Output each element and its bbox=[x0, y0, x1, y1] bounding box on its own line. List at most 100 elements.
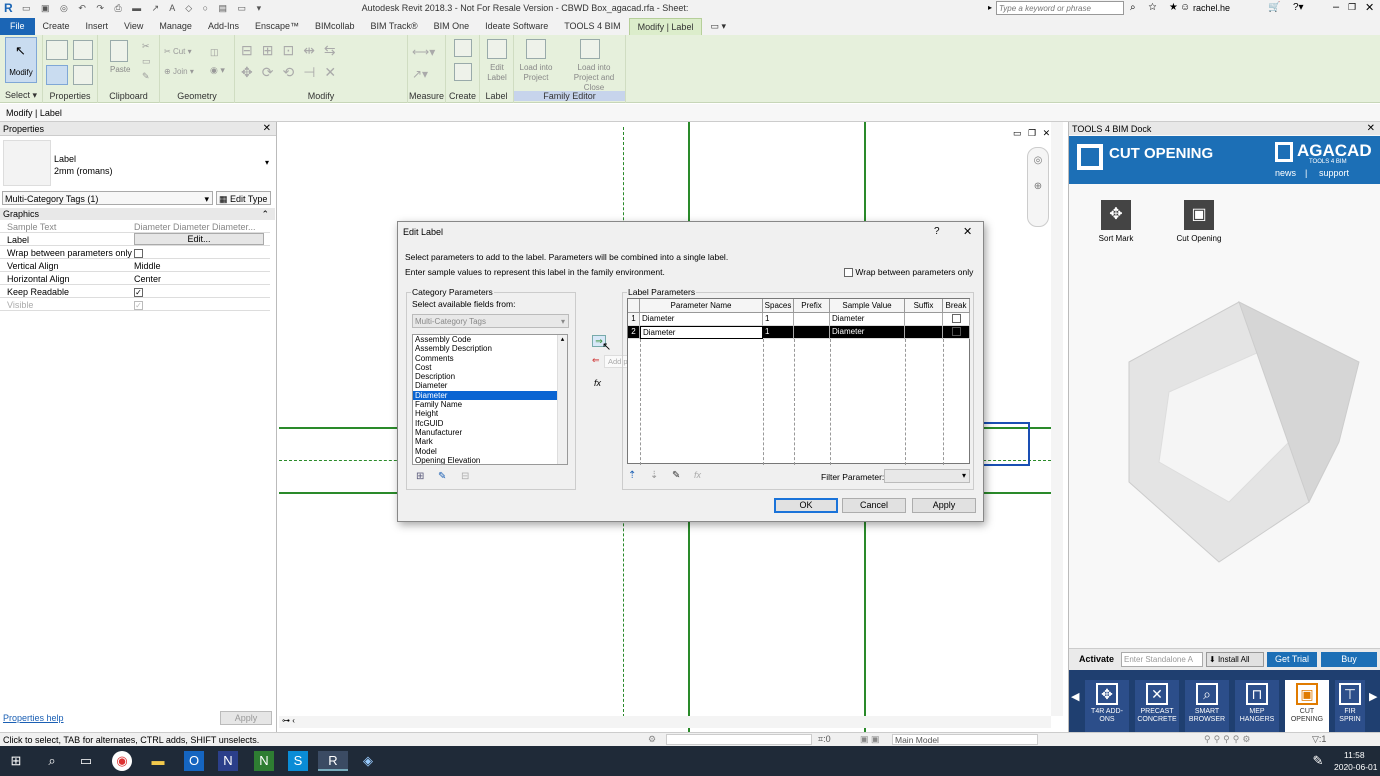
sample-value-cell[interactable]: Diameter bbox=[830, 326, 905, 339]
tab-create[interactable]: Create bbox=[35, 18, 78, 35]
load-into-project-button[interactable]: Load into Project bbox=[516, 63, 556, 83]
tile-mep-hangers[interactable]: ⊓ MEP HANGERS bbox=[1235, 680, 1279, 732]
tile-smart-browser[interactable]: ⌕ SMART BROWSER bbox=[1185, 680, 1229, 732]
standalone-key-input[interactable]: Enter Standalone A bbox=[1121, 652, 1203, 667]
scroll-left-icon[interactable]: ◀ bbox=[1071, 690, 1079, 703]
row-number[interactable]: 2 bbox=[628, 326, 640, 339]
tab-file[interactable]: File bbox=[0, 18, 35, 35]
clipboard-icons[interactable]: ✂ ▭ ✎ bbox=[142, 39, 151, 84]
prop-horizontal-align[interactable]: Horizontal Align Center bbox=[0, 272, 270, 285]
app-taskbar-icon[interactable]: ◈ bbox=[358, 751, 378, 771]
list-scrollbar[interactable]: ▴ bbox=[557, 335, 567, 464]
horizontal-scrollbar[interactable]: ⊶ ‹ bbox=[279, 716, 1051, 728]
move-down-icon[interactable]: ⇣ bbox=[650, 470, 658, 481]
available-fields-list[interactable]: Assembly Code Assembly Description Comme… bbox=[412, 334, 568, 465]
prop-vertical-align[interactable]: Vertical Align Middle bbox=[0, 259, 270, 272]
cut-geometry-button[interactable]: ✂ Cut ▾ bbox=[164, 47, 192, 56]
group-graphics[interactable]: Graphics ⌃ bbox=[0, 208, 275, 220]
load-into-project-icon[interactable] bbox=[526, 39, 546, 59]
paste-icon[interactable] bbox=[110, 40, 128, 62]
parameter-name-cell[interactable]: Diameter bbox=[640, 326, 763, 339]
spaces-cell[interactable]: 1 bbox=[763, 326, 794, 339]
close-icon[interactable]: ✕ bbox=[1367, 123, 1375, 134]
view-controls-icons[interactable]: ▭ ❐ ✕ bbox=[1013, 128, 1052, 139]
category-select[interactable]: Multi-Category Tags ▾ bbox=[412, 314, 569, 328]
tab-bimcollab[interactable]: BIMcollab bbox=[307, 18, 363, 35]
chrome-icon[interactable]: ◉ bbox=[112, 751, 132, 771]
tab-bim-one[interactable]: BIM One bbox=[426, 18, 478, 35]
properties-active-icon[interactable] bbox=[46, 65, 68, 85]
list-item[interactable]: Height bbox=[413, 409, 567, 418]
search-input[interactable]: Type a keyword or phrase bbox=[996, 1, 1124, 15]
edit-param-icon[interactable]: ✎ bbox=[672, 470, 680, 481]
list-item[interactable]: Manufacturer bbox=[413, 428, 567, 437]
help-icon[interactable]: ?▾ bbox=[1293, 2, 1304, 13]
label-parameters-table[interactable]: Parameter Name Spaces Prefix Sample Valu… bbox=[627, 298, 970, 465]
sample-value-cell[interactable]: Diameter bbox=[830, 313, 905, 326]
prop-label[interactable]: Label Edit... bbox=[0, 233, 270, 246]
modify-tools-icons[interactable]: ⊟⊞⊡⇹⇆ ✥⟳⟲⊣✕ bbox=[241, 39, 345, 83]
panel-label-select[interactable]: Select ▾ bbox=[0, 90, 42, 101]
instance-selector[interactable]: Multi-Category Tags (1) ▾ bbox=[2, 191, 213, 205]
windows-start-icon[interactable]: ⊞ bbox=[6, 751, 26, 771]
cancel-button[interactable]: Cancel bbox=[842, 498, 906, 513]
keep-readable-checkbox[interactable]: ✓ bbox=[134, 288, 143, 298]
sort-mark-tool[interactable]: ✥ Sort Mark bbox=[1091, 200, 1141, 243]
type-properties-icon[interactable] bbox=[73, 40, 93, 60]
search-icon[interactable]: ⌕ bbox=[42, 751, 62, 771]
list-item[interactable]: Mark bbox=[413, 437, 567, 446]
row-number[interactable]: 1 bbox=[628, 313, 640, 326]
create-similar-icon[interactable] bbox=[454, 39, 472, 57]
onenote-alt-icon[interactable]: N bbox=[254, 751, 274, 771]
ok-button[interactable]: OK bbox=[774, 498, 838, 513]
workset-select[interactable] bbox=[666, 734, 812, 745]
list-item[interactable]: Comments bbox=[413, 354, 567, 363]
prop-sample-text[interactable]: Sample Text Diameter Diameter Diameter... bbox=[0, 220, 270, 233]
list-item[interactable]: Description bbox=[413, 372, 567, 381]
navigation-bar[interactable]: ◎ ⊕ bbox=[1027, 147, 1049, 227]
buy-button[interactable]: Buy bbox=[1321, 652, 1377, 667]
edit-parameter-icon[interactable]: ✎ bbox=[438, 471, 446, 482]
formula-disabled-icon[interactable]: fx bbox=[694, 470, 701, 480]
edit-type-button[interactable]: ▦ Edit Type bbox=[216, 191, 271, 205]
create-group-icon[interactable] bbox=[454, 63, 472, 81]
edit-label-icon[interactable] bbox=[487, 39, 507, 59]
tab-insert[interactable]: Insert bbox=[78, 18, 117, 35]
tab-enscape[interactable]: Enscape™ bbox=[247, 18, 307, 35]
edit-label-button[interactable]: Edit... bbox=[134, 233, 264, 245]
worksets-icon[interactable]: ⚙ bbox=[648, 734, 656, 745]
list-item[interactable]: Family Name bbox=[413, 400, 567, 409]
vertical-scrollbar[interactable] bbox=[1051, 122, 1063, 716]
move-up-icon[interactable]: ⇡ bbox=[628, 470, 636, 481]
geometry-tools-icons[interactable]: ◫ ◉ ▾ bbox=[210, 43, 225, 79]
close-icon[interactable]: ✕ bbox=[1365, 1, 1374, 14]
break-checkbox[interactable] bbox=[951, 314, 961, 324]
revit-taskbar-icon[interactable]: R bbox=[318, 751, 348, 771]
suffix-cell[interactable] bbox=[905, 326, 943, 339]
load-and-close-button[interactable]: Load into Project and Close bbox=[564, 63, 624, 93]
visible-checkbox[interactable]: ✓ bbox=[134, 301, 143, 311]
list-item[interactable]: Opening Elevation bbox=[413, 456, 567, 464]
close-icon[interactable]: ✕ bbox=[963, 225, 972, 238]
tile-fire-sprinklers[interactable]: ⊤ FIR SPRIN bbox=[1335, 680, 1365, 732]
list-item[interactable]: Cost bbox=[413, 363, 567, 372]
list-item[interactable]: Diameter bbox=[413, 381, 567, 390]
selection-filter-icons[interactable]: ⚲⚲⚲⚲⚙ bbox=[1204, 734, 1253, 745]
get-trial-button[interactable]: Get Trial bbox=[1267, 652, 1317, 667]
delete-parameter-icon[interactable]: ⊟ bbox=[461, 471, 469, 482]
user-name[interactable]: rachel.he bbox=[1193, 3, 1230, 13]
pen-icon[interactable]: ✎ bbox=[1308, 751, 1328, 771]
prop-visible[interactable]: Visible ✓ bbox=[0, 298, 270, 311]
filter-parameter-select[interactable]: ▾ bbox=[884, 469, 970, 483]
support-link[interactable]: support bbox=[1319, 168, 1349, 178]
list-item[interactable]: IfcGUID bbox=[413, 419, 567, 428]
filter-count[interactable]: ▽:1 bbox=[1312, 734, 1326, 745]
cart-icon[interactable]: 🛒 bbox=[1268, 2, 1280, 13]
parameter-name-cell[interactable]: Diameter bbox=[640, 313, 763, 326]
remove-parameter-button[interactable]: ⇐ bbox=[592, 355, 600, 366]
tab-modify-label[interactable]: Modify | Label bbox=[628, 18, 703, 35]
wrap-checkbox[interactable] bbox=[134, 249, 143, 259]
cut-opening-tool[interactable]: ▣ Cut Opening bbox=[1171, 200, 1227, 243]
selected-label-box[interactable] bbox=[984, 422, 1030, 466]
tab-manage[interactable]: Manage bbox=[151, 18, 200, 35]
